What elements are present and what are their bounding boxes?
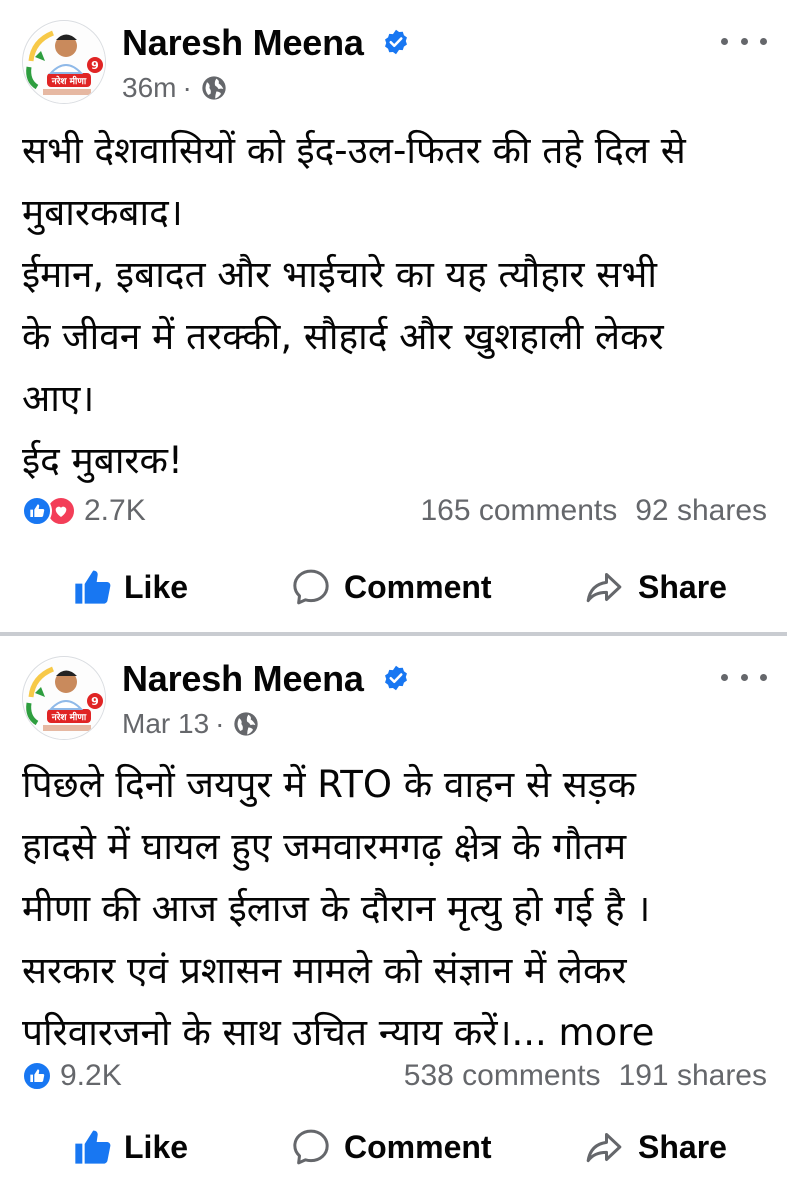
- svg-text:नरेश मीणा: नरेश मीणा: [51, 711, 87, 723]
- meta-separator: ·: [182, 72, 192, 103]
- more-dots-icon: [760, 37, 767, 45]
- more-dots-icon: [721, 37, 728, 45]
- share-arrow-icon: [586, 573, 622, 603]
- post-text-line: सरकार एवं प्रशासन मामले को संज्ञान में ल…: [22, 949, 627, 992]
- post-card: नरेश मीणा 9 Naresh Meena 36m · सभी देशवा…: [0, 0, 787, 632]
- reaction-count: 2.7K: [84, 494, 146, 527]
- thumbs-up-icon: [75, 570, 111, 604]
- reaction-count: 9.2K: [60, 1059, 122, 1092]
- see-more-link[interactable]: more: [547, 1011, 655, 1054]
- post-text: सभी देशवासियों को ईद-उल-फितर की तहे दिल …: [22, 120, 772, 492]
- reactions-summary[interactable]: 9.2K: [22, 1056, 122, 1096]
- avatar-image: नरेश मीणा 9: [24, 22, 105, 103]
- like-button[interactable]: Like: [72, 1112, 188, 1182]
- post-text-line: मीणा की आज ईलाज के दौरान मृत्यु हो गई है…: [22, 887, 651, 930]
- more-dots-icon: [740, 37, 748, 45]
- avatar[interactable]: नरेश मीणा 9: [22, 656, 106, 740]
- engagement-stats: 2.7K 165 comments 92 shares: [22, 491, 767, 531]
- post-meta: Mar 13 ·: [122, 708, 260, 740]
- verified-badge-icon: [384, 30, 407, 55]
- comment-share-counts: 538 comments 191 shares: [404, 1056, 767, 1096]
- post-meta: 36m ·: [122, 72, 228, 104]
- post-text-line-content: परिवारजनो के साथ उचित न्याय करें।...: [22, 1011, 547, 1054]
- more-options-button[interactable]: [721, 26, 767, 56]
- post-text-line: परिवारजनो के साथ उचित न्याय करें।... mor…: [22, 1002, 772, 1064]
- post-text-line: सभी देशवासियों को ईद-उल-फितर की तहे दिल …: [22, 129, 686, 172]
- avatar-image: नरेश मीणा 9: [24, 658, 105, 739]
- comments-count[interactable]: 538 comments: [404, 1059, 601, 1093]
- comment-label: Comment: [344, 1128, 492, 1165]
- post-text-line: हादसे में घायल हुए जमवारमगढ़ क्षेत्र के …: [22, 825, 627, 868]
- globe-icon: [202, 76, 226, 100]
- like-label: Like: [124, 1128, 189, 1165]
- share-label: Share: [638, 568, 727, 605]
- thumbs-up-icon: [75, 1130, 111, 1164]
- comment-bubble-icon: [293, 1129, 329, 1165]
- engagement-stats: 9.2K 538 comments 191 shares: [22, 1056, 767, 1096]
- author-name[interactable]: Naresh Meena: [122, 22, 410, 64]
- share-button[interactable]: Share: [582, 1112, 727, 1182]
- more-options-button[interactable]: [721, 662, 767, 692]
- more-dots-icon: [721, 673, 728, 681]
- post-text-line: के जीवन में तरक्की, सौहार्द और खुशहाली ल…: [22, 315, 664, 358]
- post-timestamp[interactable]: 36m: [122, 72, 176, 104]
- svg-text:नरेश मीणा: नरेश मीणा: [51, 75, 87, 87]
- more-dots-icon: [760, 673, 767, 681]
- action-bar: Like Comment Share: [0, 552, 787, 622]
- post-timestamp[interactable]: Mar 13: [122, 708, 209, 740]
- avatar[interactable]: नरेश मीणा 9: [22, 20, 106, 104]
- verified-badge-icon: [384, 666, 407, 691]
- post-text-line: पिछले दिनों जयपुर में RTO के वाहन से सड़…: [22, 763, 636, 806]
- action-bar: Like Comment Share: [0, 1112, 787, 1182]
- like-label: Like: [124, 568, 189, 605]
- globe-icon: [234, 712, 259, 736]
- comments-count[interactable]: 165 comments: [420, 494, 617, 528]
- post-text: पिछले दिनों जयपुर में RTO के वाहन से सड़…: [22, 754, 772, 1064]
- meta-separator: ·: [215, 708, 225, 739]
- share-button[interactable]: Share: [582, 552, 727, 622]
- post-card: नरेश मीणा 9 Naresh Meena Mar 13 · पिछले …: [0, 636, 787, 1199]
- svg-text:9: 9: [91, 59, 99, 72]
- post-header: नरेश मीणा 9 Naresh Meena Mar 13 ·: [22, 656, 767, 746]
- share-label: Share: [638, 1128, 727, 1165]
- comment-label: Comment: [344, 568, 492, 605]
- author-name-text[interactable]: Naresh Meena: [122, 22, 364, 63]
- post-text-line: ईमान, इबादत और भाईचारे का यह त्यौहार सभी: [22, 253, 657, 296]
- author-name-text[interactable]: Naresh Meena: [122, 658, 364, 699]
- shares-count[interactable]: 92 shares: [635, 494, 767, 528]
- post-header: नरेश मीणा 9 Naresh Meena 36m ·: [22, 20, 767, 110]
- shares-count[interactable]: 191 shares: [619, 1059, 767, 1093]
- comment-share-counts: 165 comments 92 shares: [420, 491, 767, 531]
- comment-button[interactable]: Comment: [290, 552, 492, 622]
- like-reaction-icon: [22, 496, 52, 526]
- like-button[interactable]: Like: [72, 552, 188, 622]
- post-text-line: आए।: [22, 377, 95, 420]
- svg-text:9: 9: [91, 695, 99, 708]
- author-name[interactable]: Naresh Meena: [122, 658, 410, 700]
- share-arrow-icon: [586, 1133, 622, 1163]
- post-text-line: मुबारकबाद।: [22, 191, 183, 234]
- reactions-summary[interactable]: 2.7K: [22, 491, 146, 531]
- comment-button[interactable]: Comment: [290, 1112, 492, 1182]
- post-text-line: ईद मुबारक!: [22, 439, 183, 482]
- comment-bubble-icon: [293, 569, 329, 605]
- more-dots-icon: [740, 673, 748, 681]
- like-reaction-icon: [22, 1061, 52, 1091]
